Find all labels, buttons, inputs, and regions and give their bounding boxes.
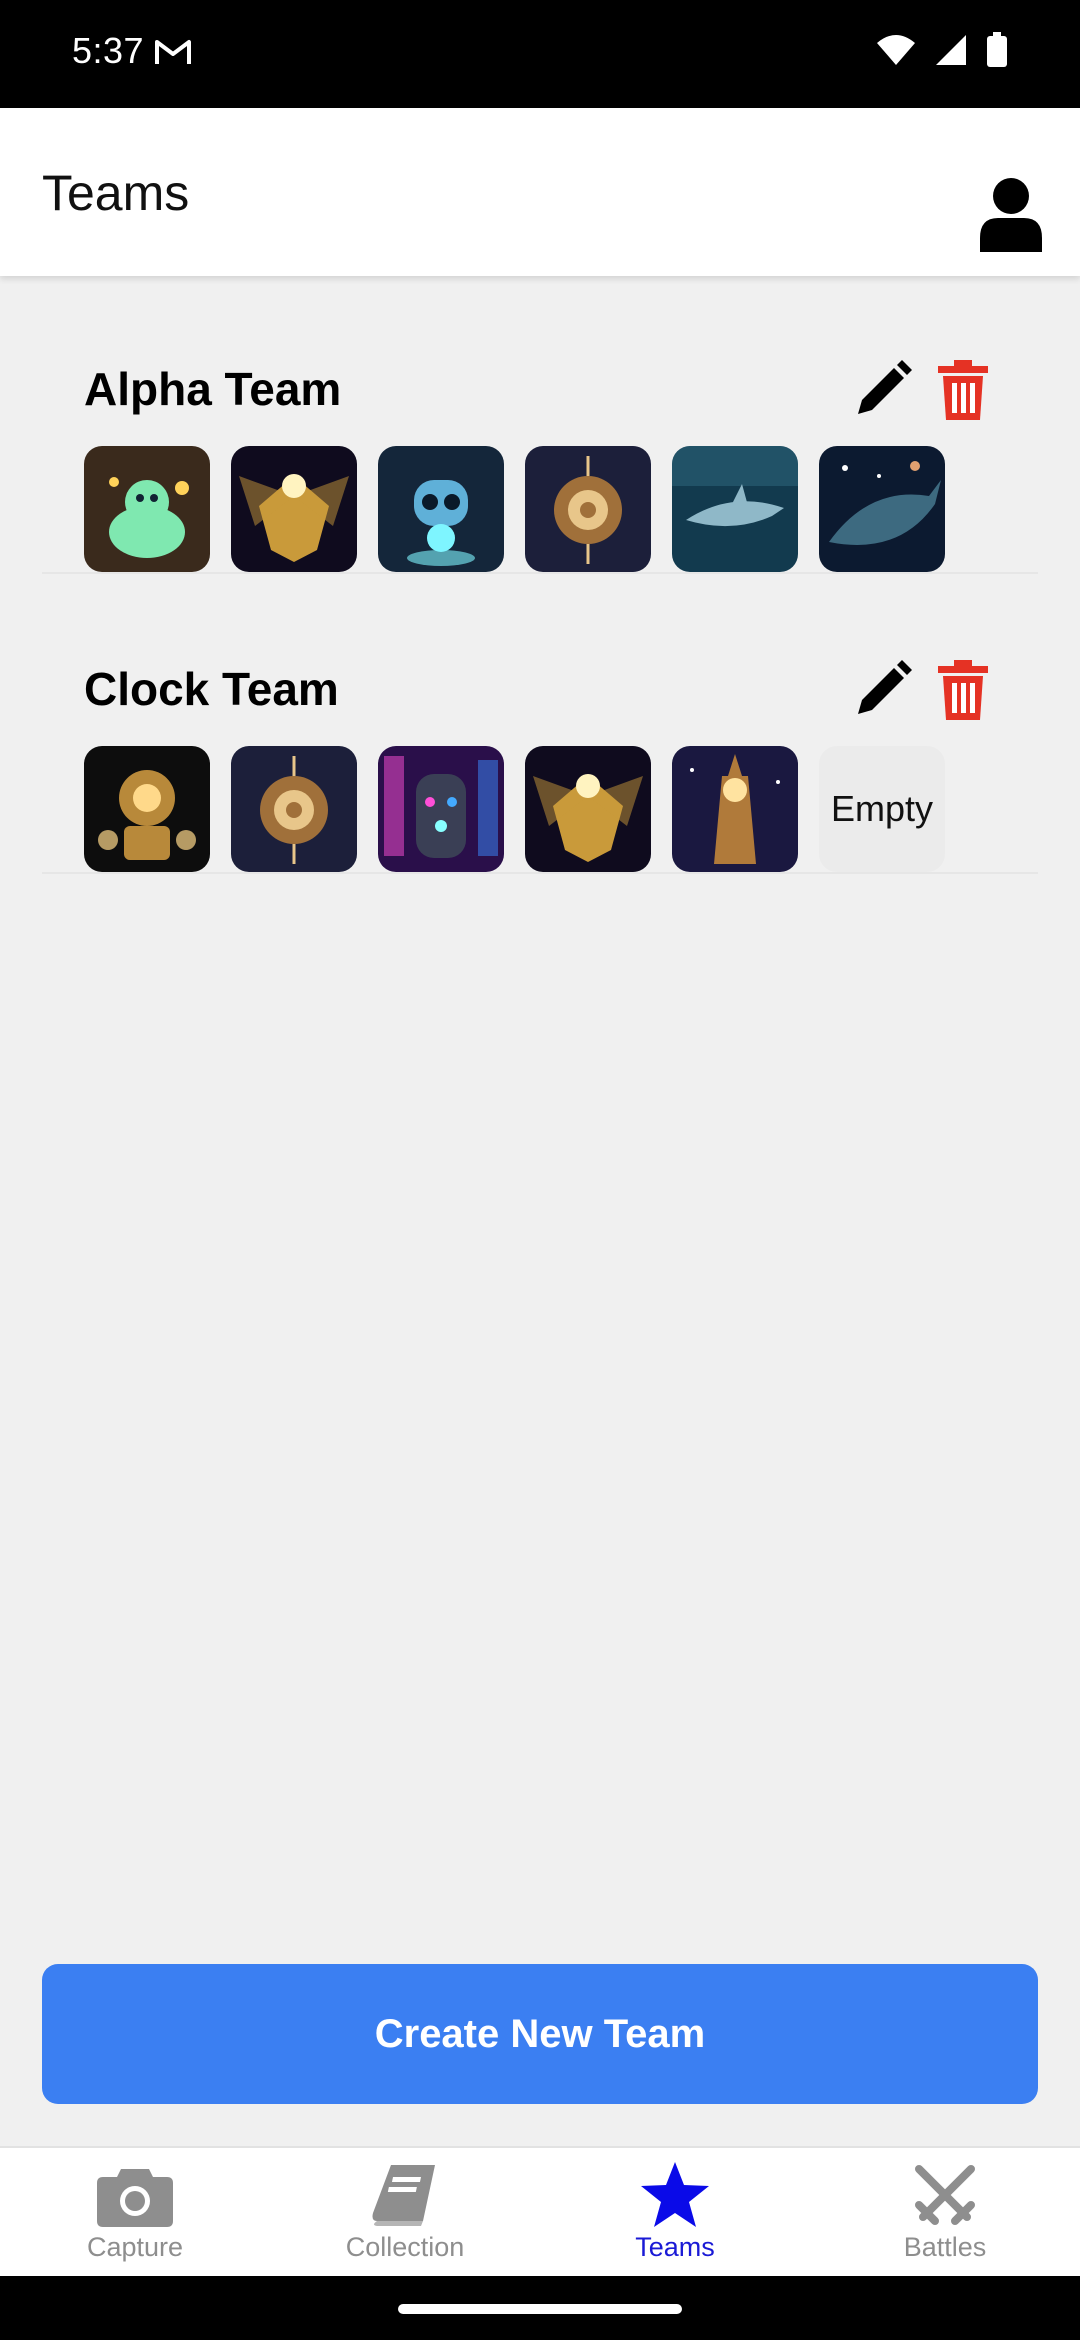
pencil-icon[interactable] [852, 360, 912, 420]
team-member-slot[interactable] [378, 746, 504, 872]
team-card: Alpha Team [42, 276, 1038, 574]
nav-label: Collection [345, 2232, 465, 2262]
team-member-slot[interactable] [231, 446, 357, 572]
empty-member-slot[interactable]: Empty [819, 746, 945, 872]
app-header: Teams [0, 108, 1080, 276]
nav-item-capture[interactable]: Capture [0, 2148, 270, 2276]
wifi-icon [877, 35, 915, 65]
nav-item-teams[interactable]: Teams [540, 2148, 810, 2276]
signal-icon [936, 35, 966, 65]
team-member-slot[interactable] [84, 446, 210, 572]
nav-item-collection[interactable]: Collection [270, 2148, 540, 2276]
star-icon [641, 2162, 709, 2227]
trash-icon[interactable] [936, 360, 990, 420]
person-icon[interactable] [978, 178, 1044, 252]
team-name: Alpha Team [84, 363, 342, 415]
nav-label: Teams [635, 2232, 715, 2262]
status-icons [876, 32, 1008, 68]
bottom-nav: Capture Collection Teams Battles [0, 2146, 1080, 2276]
nav-label: Battles [903, 2232, 987, 2262]
camera-icon [97, 2169, 173, 2227]
team-card: Clock Team Empty [42, 576, 1038, 874]
team-members [84, 446, 945, 572]
trash-icon[interactable] [936, 660, 990, 720]
gmail-icon [155, 40, 191, 64]
status-time: 5:37 [72, 30, 145, 71]
teams-list: Alpha Team Clock Team Empty [0, 276, 1080, 2146]
home-gesture-bar[interactable] [398, 2304, 682, 2314]
pencil-icon[interactable] [852, 660, 912, 720]
page-title: Teams [42, 165, 190, 221]
team-member-slot[interactable] [525, 446, 651, 572]
team-member-slot[interactable] [672, 746, 798, 872]
battery-icon [987, 32, 1007, 67]
team-member-slot[interactable] [378, 446, 504, 572]
team-member-slot[interactable] [231, 746, 357, 872]
status-bar: 5:37 [0, 0, 1080, 108]
create-new-team-button[interactable]: Create New Team [42, 1964, 1038, 2104]
team-member-slot[interactable] [819, 446, 945, 572]
nav-label: Capture [86, 2232, 184, 2262]
team-member-slot[interactable] [672, 446, 798, 572]
team-name: Clock Team [84, 663, 339, 715]
team-member-slot[interactable] [84, 746, 210, 872]
team-members: Empty [84, 746, 945, 872]
nav-item-battles[interactable]: Battles [810, 2148, 1080, 2276]
gesture-area [0, 2276, 1080, 2340]
crossed-swords-icon [915, 2165, 975, 2225]
book-icon [372, 2165, 435, 2226]
team-member-slot[interactable] [525, 746, 651, 872]
